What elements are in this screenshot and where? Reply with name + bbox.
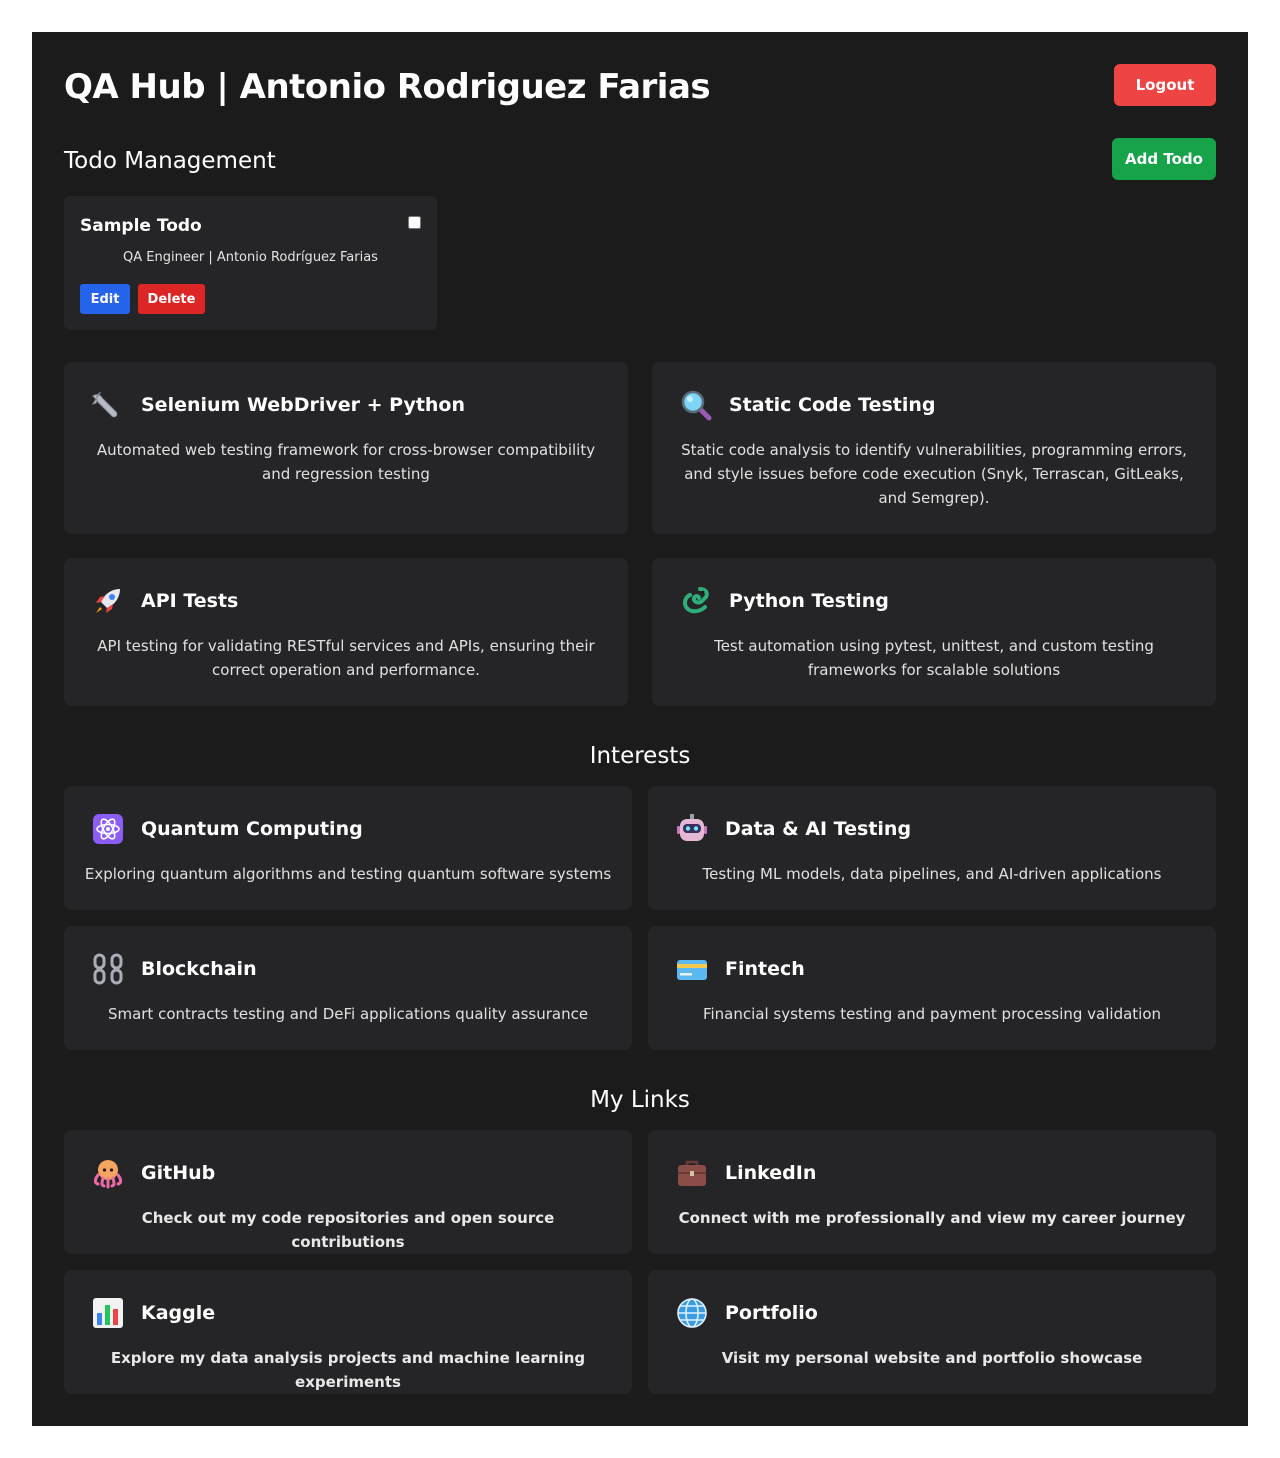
magnifying-glass-icon [680,389,712,421]
logout-button[interactable]: Logout [1114,64,1216,106]
briefcase-icon [676,1157,708,1189]
skill-description: Test automation using pytest, unittest, … [714,637,1154,679]
skill-card-selenium: Selenium WebDriver + Python Automated we… [64,362,628,534]
todo-complete-checkbox[interactable] [408,216,421,229]
skill-title: Selenium WebDriver + Python [141,394,466,416]
link-card-kaggle[interactable]: Kaggle Explore my data analysis projects… [64,1270,632,1394]
edit-todo-button[interactable]: Edit [80,284,130,314]
credit-card-icon [676,953,708,985]
atom-icon [92,813,124,845]
skill-description: Static code analysis to identify vulnera… [681,441,1187,507]
link-description: Check out my code repositories and open … [141,1209,555,1251]
link-card-portfolio[interactable]: Portfolio Visit my personal website and … [648,1270,1216,1394]
links-heading: My Links [590,1087,690,1113]
link-title: Portfolio [725,1302,818,1324]
skill-title: Python Testing [729,590,889,612]
chain-icon [92,953,124,985]
app-container: QA Hub | Antonio Rodriguez Farias Logout… [32,32,1248,1426]
link-description: Connect with me professionally and view … [678,1209,1186,1227]
interest-card-fintech: Fintech Financial systems testing and pa… [648,926,1216,1050]
interest-card-quantum: Quantum Computing Exploring quantum algo… [64,786,632,910]
skill-title: Static Code Testing [729,394,936,416]
wrench-icon [92,389,124,421]
todo-title: Sample Todo [80,216,202,236]
link-description: Visit my personal website and portfolio … [721,1349,1143,1367]
skill-description: API testing for validating RESTful servi… [97,637,595,679]
robot-icon [676,813,708,845]
add-todo-button[interactable]: Add Todo [1112,138,1216,180]
interests-heading: Interests [589,743,691,769]
interest-description: Testing ML models, data pipelines, and A… [702,865,1162,883]
interest-card-data-ai: Data & AI Testing Testing ML models, dat… [648,786,1216,910]
link-description: Explore my data analysis projects and ma… [110,1349,586,1391]
skill-card-static-code: Static Code Testing Static code analysis… [652,362,1216,534]
skill-card-api-tests: API Tests API testing for validating RES… [64,558,628,706]
octopus-icon [92,1157,124,1189]
link-title: Kaggle [141,1302,216,1324]
interest-description: Financial systems testing and payment pr… [702,1005,1162,1023]
skill-description: Automated web testing framework for cros… [96,441,596,483]
page-title: QA Hub | Antonio Rodriguez Farias [64,67,711,107]
todo-section-title: Todo Management [64,148,276,174]
globe-icon [676,1297,708,1329]
skill-title: API Tests [141,590,239,612]
interest-title: Quantum Computing [141,818,363,840]
bar-chart-icon [92,1297,124,1329]
skill-card-python-testing: Python Testing Test automation using pyt… [652,558,1216,706]
link-title: GitHub [141,1162,216,1184]
interest-card-blockchain: Blockchain Smart contracts testing and D… [64,926,632,1050]
link-card-github[interactable]: GitHub Check out my code repositories an… [64,1130,632,1254]
interest-description: Smart contracts testing and DeFi applica… [107,1005,589,1023]
todo-description: QA Engineer | Antonio Rodríguez Farias [123,250,378,265]
interest-description: Exploring quantum algorithms and testing… [84,865,612,883]
interest-title: Blockchain [141,958,257,980]
link-card-linkedin[interactable]: LinkedIn Connect with me professionally … [648,1130,1216,1254]
interest-title: Fintech [725,958,805,980]
link-title: LinkedIn [725,1162,817,1184]
snake-icon [680,585,712,617]
todo-card: Sample Todo QA Engineer | Antonio Rodríg… [64,196,437,330]
delete-todo-button[interactable]: Delete [138,284,205,314]
rocket-icon [92,585,124,617]
interest-title: Data & AI Testing [725,818,912,840]
